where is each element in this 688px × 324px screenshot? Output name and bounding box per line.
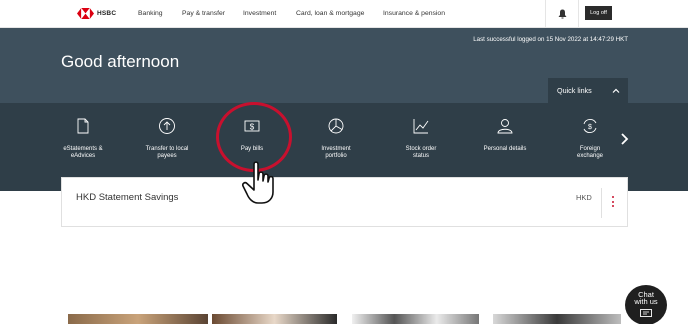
brand-name: HSBC xyxy=(97,10,117,17)
notifications-button[interactable] xyxy=(545,0,579,28)
quick-link-label: Personal details xyxy=(483,146,527,152)
promo-image[interactable] xyxy=(68,314,208,324)
document-icon xyxy=(77,118,89,134)
chat-label-line2: with us xyxy=(634,297,658,306)
more-options-icon[interactable] xyxy=(610,196,616,212)
quick-link-label: Transfer to local payees xyxy=(145,146,189,159)
hsbc-hexagon-icon xyxy=(77,8,94,19)
promo-image[interactable] xyxy=(212,314,337,324)
hero-banner: Last successful logged on 15 Nov 2022 at… xyxy=(0,28,688,103)
account-card[interactable]: HKD Statement Savings HKD xyxy=(61,177,628,227)
hsbc-logo[interactable]: HSBC xyxy=(77,8,116,19)
quick-links-toggle[interactable]: Quick links xyxy=(548,78,628,103)
chat-with-us-button[interactable]: Chat with us xyxy=(625,285,667,324)
pie-chart-icon xyxy=(328,118,344,134)
nav-pay-transfer[interactable]: Pay & transfer xyxy=(182,10,225,17)
top-navigation: HSBC Banking Pay & transfer Investment C… xyxy=(0,0,688,28)
logoff-button[interactable]: Log off xyxy=(585,6,612,20)
nav-investment[interactable]: Investment xyxy=(243,10,276,17)
banking-dashboard: HSBC Banking Pay & transfer Investment C… xyxy=(0,0,688,324)
arrow-up-circle-icon xyxy=(159,118,175,134)
svg-text:$: $ xyxy=(588,124,592,131)
last-login-text: Last successful logged on 15 Nov 2022 at… xyxy=(473,36,628,43)
greeting-heading: Good afternoon xyxy=(61,52,180,71)
quick-link-label: eStatements & eAdvices xyxy=(63,146,103,159)
promo-image[interactable] xyxy=(352,314,479,324)
quick-link-label: Stock order status xyxy=(405,146,437,159)
quick-links-label: Quick links xyxy=(557,86,592,95)
chevron-right-icon[interactable] xyxy=(619,132,629,146)
account-name: HKD Statement Savings xyxy=(76,192,179,203)
hand-cursor-icon xyxy=(242,161,274,204)
person-icon xyxy=(497,119,513,134)
quick-link-label: Foreign exchange xyxy=(576,146,604,159)
nav-insurance-pension[interactable]: Insurance & pension xyxy=(383,10,445,17)
account-currency: HKD xyxy=(576,193,592,202)
promo-image[interactable] xyxy=(493,314,621,324)
nav-banking[interactable]: Banking xyxy=(138,10,163,17)
bell-icon xyxy=(558,9,566,19)
nav-card-loan-mortgage[interactable]: Card, loan & mortgage xyxy=(296,10,364,17)
chevron-up-icon xyxy=(612,88,620,93)
divider xyxy=(601,188,602,218)
line-chart-icon xyxy=(413,119,429,134)
chat-bubble-icon xyxy=(640,309,652,317)
quick-link-label: Investment portfolio xyxy=(321,146,351,159)
currency-exchange-icon: $ xyxy=(583,119,597,133)
